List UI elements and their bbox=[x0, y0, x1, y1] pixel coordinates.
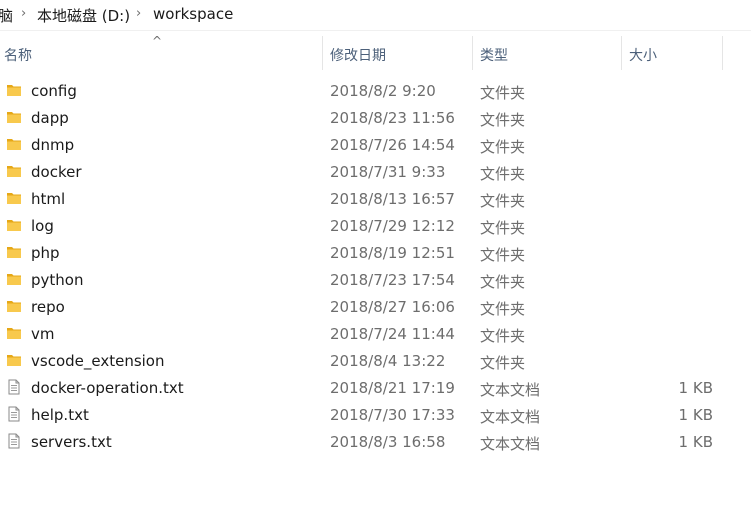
file-type: 文件夹 bbox=[480, 138, 526, 156]
file-date-modified: 2018/7/23 17:54 bbox=[330, 271, 455, 289]
file-type: 文件夹 bbox=[480, 111, 526, 129]
file-date-modified: 2018/7/30 17:33 bbox=[330, 406, 455, 424]
file-date-modified: 2018/8/3 16:58 bbox=[330, 433, 446, 451]
file-row[interactable]: servers.txt 2018/8/3 16:58 文本文档 1 KB bbox=[0, 429, 751, 456]
file-row[interactable]: log 2018/7/29 12:12 文件夹 bbox=[0, 213, 751, 240]
breadcrumb-item-current[interactable]: workspace bbox=[153, 5, 233, 23]
file-type: 文件夹 bbox=[480, 354, 526, 372]
file-size: 1 KB bbox=[678, 379, 713, 397]
file-type: 文件夹 bbox=[480, 246, 526, 264]
file-date-modified: 2018/8/21 17:19 bbox=[330, 379, 455, 397]
file-name[interactable]: docker-operation.txt bbox=[31, 379, 184, 397]
file-row[interactable]: vscode_extension 2018/8/4 13:22 文件夹 bbox=[0, 348, 751, 375]
file-type: 文件夹 bbox=[480, 84, 526, 102]
folder-icon bbox=[6, 325, 22, 341]
file-row[interactable]: repo 2018/8/27 16:06 文件夹 bbox=[0, 294, 751, 321]
breadcrumb: 脑 › 本地磁盘 (D:) › workspace bbox=[0, 0, 751, 31]
column-divider[interactable] bbox=[472, 36, 473, 70]
file-row[interactable]: dapp 2018/8/23 11:56 文件夹 bbox=[0, 105, 751, 132]
column-header-size[interactable]: 大小 bbox=[629, 45, 657, 65]
file-row[interactable]: php 2018/8/19 12:51 文件夹 bbox=[0, 240, 751, 267]
file-date-modified: 2018/7/31 9:33 bbox=[330, 163, 446, 181]
file-name[interactable]: servers.txt bbox=[31, 433, 112, 451]
file-name[interactable]: vscode_extension bbox=[31, 352, 165, 370]
file-name[interactable]: config bbox=[31, 82, 77, 100]
file-date-modified: 2018/8/13 16:57 bbox=[330, 190, 455, 208]
file-name[interactable]: log bbox=[31, 217, 54, 235]
file-date-modified: 2018/8/27 16:06 bbox=[330, 298, 455, 316]
file-date-modified: 2018/7/26 14:54 bbox=[330, 136, 455, 154]
file-name[interactable]: repo bbox=[31, 298, 65, 316]
column-header-date[interactable]: 修改日期 bbox=[330, 45, 386, 65]
breadcrumb-item-drive[interactable]: 本地磁盘 (D:) bbox=[37, 5, 130, 26]
column-divider[interactable] bbox=[722, 36, 723, 70]
file-type: 文本文档 bbox=[480, 435, 541, 453]
folder-icon bbox=[6, 163, 22, 179]
file-type: 文件夹 bbox=[480, 192, 526, 210]
breadcrumb-item-parent[interactable]: 脑 bbox=[0, 5, 13, 26]
folder-icon bbox=[6, 271, 22, 287]
file-type: 文件夹 bbox=[480, 165, 526, 183]
folder-icon bbox=[6, 217, 22, 233]
file-name[interactable]: vm bbox=[31, 325, 55, 343]
file-name[interactable]: dnmp bbox=[31, 136, 74, 154]
folder-icon bbox=[6, 190, 22, 206]
file-type: 文本文档 bbox=[480, 408, 541, 426]
file-type: 文件夹 bbox=[480, 219, 526, 237]
folder-icon bbox=[6, 109, 22, 125]
file-row[interactable]: vm 2018/7/24 11:44 文件夹 bbox=[0, 321, 751, 348]
file-type: 文件夹 bbox=[480, 327, 526, 345]
text-file-icon bbox=[6, 379, 22, 395]
file-date-modified: 2018/8/19 12:51 bbox=[330, 244, 455, 262]
folder-icon bbox=[6, 352, 22, 368]
file-name[interactable]: dapp bbox=[31, 109, 69, 127]
column-divider[interactable] bbox=[322, 36, 323, 70]
file-size: 1 KB bbox=[678, 406, 713, 424]
file-name[interactable]: php bbox=[31, 244, 60, 262]
file-name[interactable]: docker bbox=[31, 163, 82, 181]
file-type: 文本文档 bbox=[480, 381, 541, 399]
text-file-icon bbox=[6, 406, 22, 422]
text-file-icon bbox=[6, 433, 22, 449]
file-name[interactable]: python bbox=[31, 271, 83, 289]
file-row[interactable]: python 2018/7/23 17:54 文件夹 bbox=[0, 267, 751, 294]
column-header-row: ^ 名称 修改日期 类型 大小 bbox=[0, 34, 751, 70]
file-row[interactable]: config 2018/8/2 9:20 文件夹 bbox=[0, 78, 751, 105]
column-divider[interactable] bbox=[621, 36, 622, 70]
file-row[interactable]: docker-operation.txt 2018/8/21 17:19 文本文档 1… bbox=[0, 375, 751, 402]
file-size: 1 KB bbox=[678, 433, 713, 451]
column-header-type[interactable]: 类型 bbox=[480, 45, 508, 65]
file-type: 文件夹 bbox=[480, 300, 526, 318]
file-row[interactable]: docker 2018/7/31 9:33 文件夹 bbox=[0, 159, 751, 186]
file-name[interactable]: html bbox=[31, 190, 65, 208]
file-name[interactable]: help.txt bbox=[31, 406, 89, 424]
sort-ascending-icon: ^ bbox=[152, 34, 163, 48]
file-date-modified: 2018/8/4 13:22 bbox=[330, 352, 446, 370]
file-type: 文件夹 bbox=[480, 273, 526, 291]
file-date-modified: 2018/7/24 11:44 bbox=[330, 325, 455, 343]
file-date-modified: 2018/7/29 12:12 bbox=[330, 217, 455, 235]
column-header-name[interactable]: 名称 bbox=[4, 45, 32, 65]
file-date-modified: 2018/8/23 11:56 bbox=[330, 109, 455, 127]
file-date-modified: 2018/8/2 9:20 bbox=[330, 82, 436, 100]
file-row[interactable]: dnmp 2018/7/26 14:54 文件夹 bbox=[0, 132, 751, 159]
chevron-right-icon[interactable]: › bbox=[136, 6, 141, 21]
file-row[interactable]: html 2018/8/13 16:57 文件夹 bbox=[0, 186, 751, 213]
file-row[interactable]: help.txt 2018/7/30 17:33 文本文档 1 KB bbox=[0, 402, 751, 429]
chevron-right-icon[interactable]: › bbox=[21, 6, 26, 21]
folder-icon bbox=[6, 244, 22, 260]
folder-icon bbox=[6, 82, 22, 98]
folder-icon bbox=[6, 136, 22, 152]
folder-icon bbox=[6, 298, 22, 314]
